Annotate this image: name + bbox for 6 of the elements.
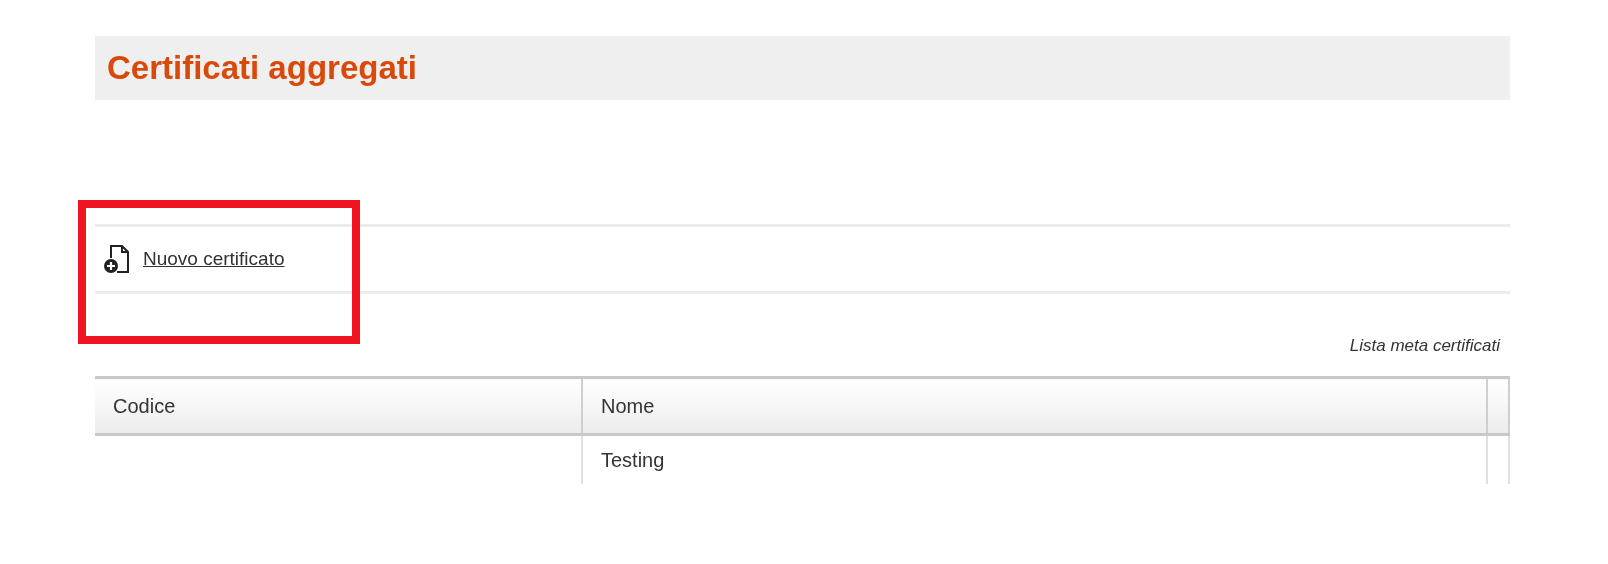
page-title: Certificati aggregati bbox=[107, 49, 417, 87]
new-certificate-link[interactable]: Nuovo certificato bbox=[103, 244, 285, 274]
table-cell: Testing bbox=[582, 434, 1487, 484]
table-caption: Lista meta certificati bbox=[1348, 336, 1502, 356]
column-header: Codice bbox=[95, 377, 582, 435]
column-header: Nome bbox=[582, 377, 1487, 435]
